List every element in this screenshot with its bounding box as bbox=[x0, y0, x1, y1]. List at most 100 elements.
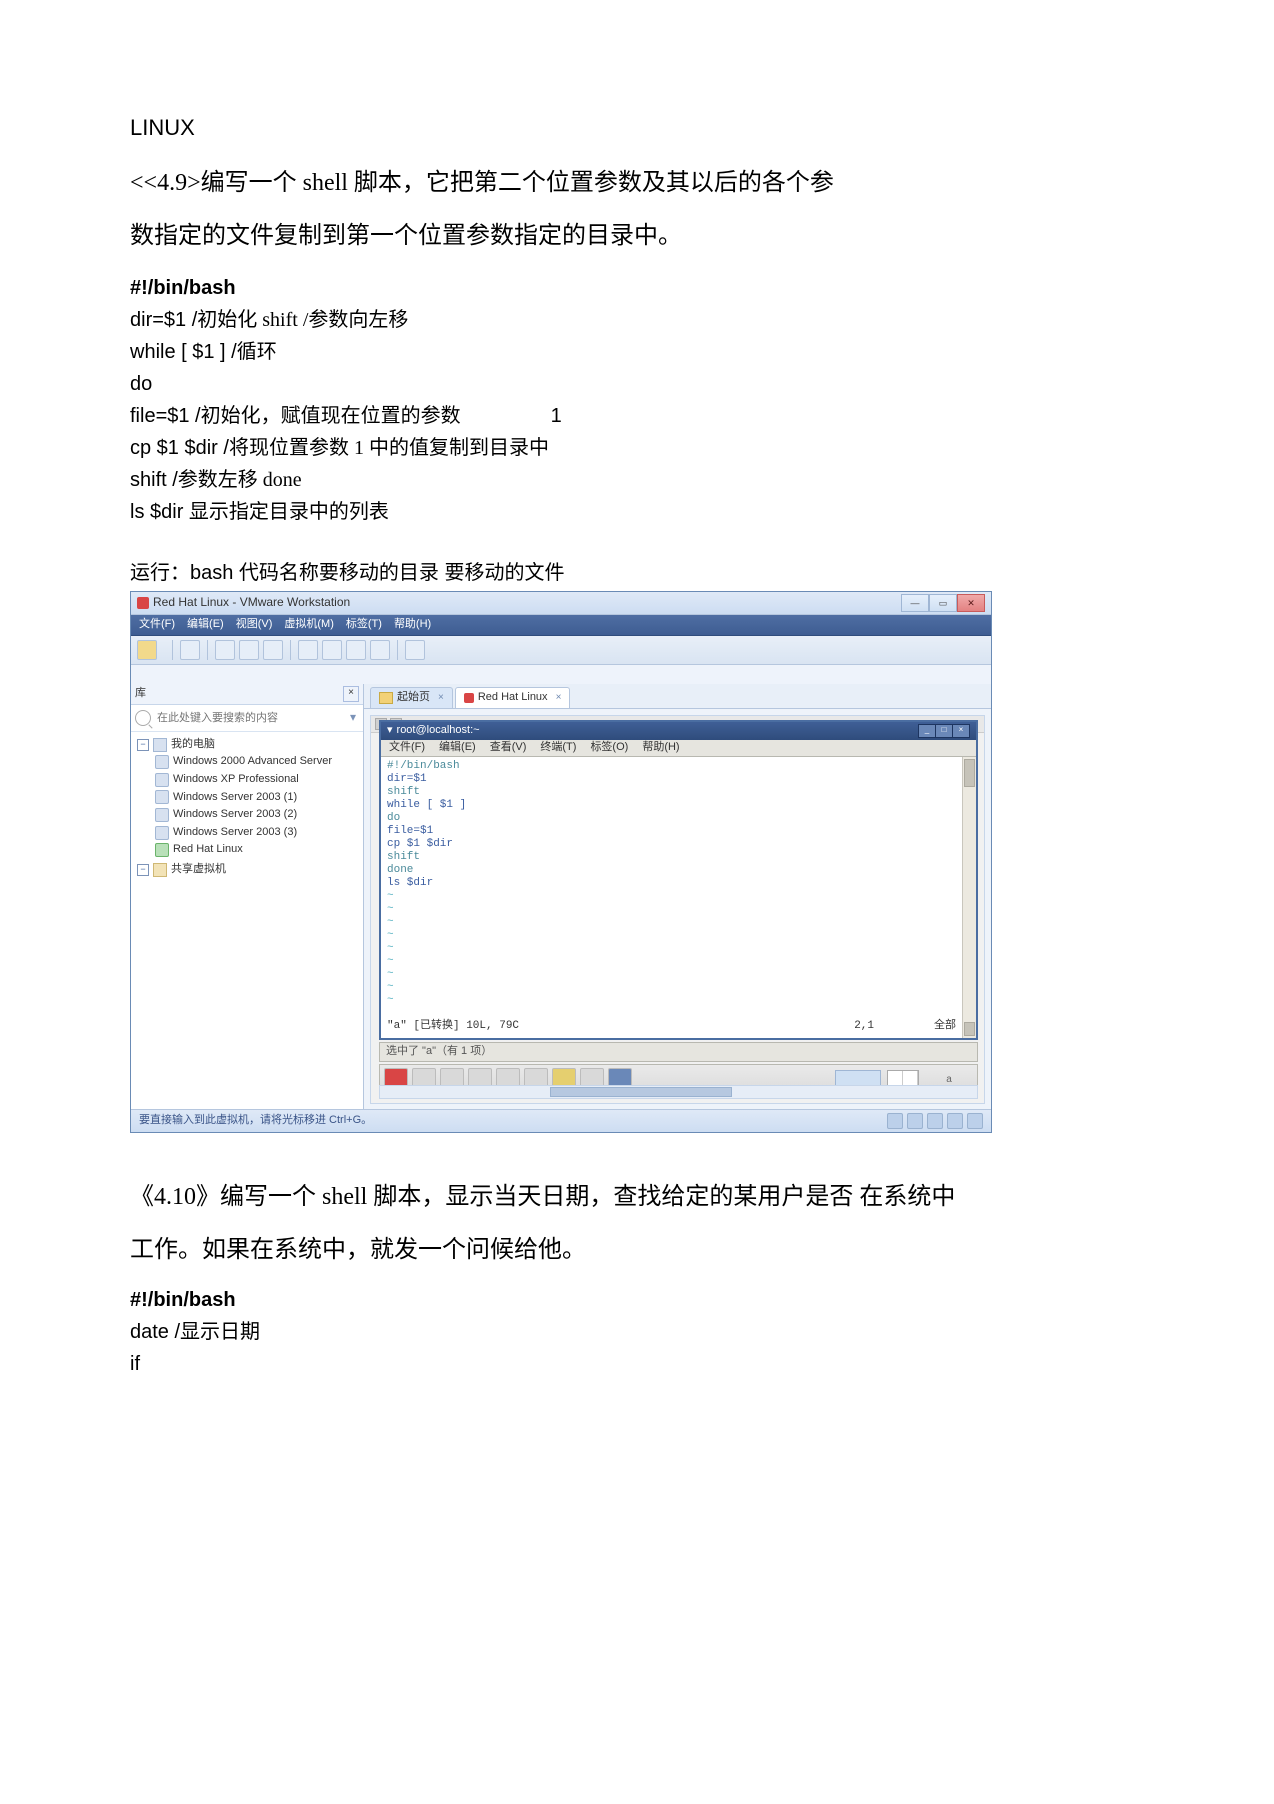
run-line: 运行：bash 代码名称要移动的目录 要移动的文件 bbox=[130, 557, 1154, 589]
tree-item-active[interactable]: Red Hat Linux bbox=[155, 841, 357, 859]
toolbar-button[interactable] bbox=[180, 640, 200, 660]
tree-shared[interactable]: − 共享虚拟机 bbox=[137, 861, 357, 879]
status-text: 要直接输入到此虚拟机，请将光标移进 Ctrl+G。 bbox=[139, 1112, 372, 1130]
menu-view[interactable]: 视图(V) bbox=[236, 616, 273, 634]
question-4-10: 《4.10》编写一个 shell 脚本，显示当天日期，查找给定的某用户是否 在系… bbox=[130, 1171, 1154, 1277]
tree-item[interactable]: Windows XP Professional bbox=[155, 771, 357, 789]
vm-running-icon bbox=[155, 843, 169, 857]
code2-l1: date /显示日期 bbox=[130, 1316, 1154, 1348]
menu-tabs[interactable]: 标签(T) bbox=[346, 616, 382, 634]
home-icon bbox=[379, 692, 393, 704]
search-icon bbox=[135, 710, 151, 726]
menu-help[interactable]: 帮助(H) bbox=[394, 616, 431, 634]
terminal-titlebar: ▾root@localhost:~ _ □ × bbox=[381, 722, 976, 740]
code1-l1: dir=$1 /初始化 shift /参数向左移 bbox=[130, 305, 1154, 335]
vm-icon bbox=[155, 773, 169, 787]
q410-line1: 《4.10》编写一个 shell 脚本，显示当天日期，查找给定的某用户是否 在系… bbox=[130, 1171, 1154, 1224]
toolbar-button[interactable] bbox=[346, 640, 366, 660]
folder-icon bbox=[153, 863, 167, 877]
close-button[interactable]: ✕ bbox=[957, 594, 985, 612]
toolbar-button[interactable] bbox=[215, 640, 235, 660]
library-pane: 库 × ▾ − 我的电脑 Windows 2000 Advanced Serve… bbox=[131, 684, 364, 1110]
shebang: #!/bin/bash bbox=[130, 273, 1154, 303]
term-menu-file[interactable]: 文件(F) bbox=[389, 739, 425, 757]
library-title: 库 bbox=[135, 685, 146, 703]
redhat-icon bbox=[464, 693, 474, 703]
terminal-maximize[interactable]: □ bbox=[935, 724, 953, 738]
terminal-close[interactable]: × bbox=[952, 724, 970, 738]
toolbar-button[interactable] bbox=[405, 640, 425, 660]
status-icon[interactable] bbox=[947, 1113, 963, 1129]
toolbar-button[interactable] bbox=[239, 640, 259, 660]
vmware-screenshot: Red Hat Linux - VMware Workstation — ▭ ✕… bbox=[130, 591, 992, 1133]
toolbar-button[interactable] bbox=[370, 640, 390, 660]
terminal-minimize[interactable]: _ bbox=[918, 724, 936, 738]
code1-l7: ls $dir 显示指定目录中的列表 bbox=[130, 497, 1154, 527]
close-icon[interactable]: × bbox=[556, 690, 562, 706]
code1-l6: shift /参数左移 done bbox=[130, 465, 1154, 495]
toolbar-button[interactable] bbox=[263, 640, 283, 660]
content-pane: 起始页 × Red Hat Linux × bbox=[364, 684, 991, 1110]
tree-item[interactable]: Windows Server 2003 (3) bbox=[155, 824, 357, 842]
tree-item[interactable]: Windows Server 2003 (1) bbox=[155, 789, 357, 807]
tab-home[interactable]: 起始页 × bbox=[370, 687, 453, 708]
library-search: ▾ bbox=[131, 705, 363, 732]
status-icon[interactable] bbox=[907, 1113, 923, 1129]
status-icons bbox=[887, 1113, 983, 1129]
computer-icon bbox=[153, 738, 167, 752]
minimize-button[interactable]: — bbox=[901, 594, 929, 612]
tabs-row: 起始页 × Red Hat Linux × bbox=[364, 684, 991, 709]
status-icon[interactable] bbox=[927, 1113, 943, 1129]
maximize-button[interactable]: ▭ bbox=[929, 594, 957, 612]
power-on-button[interactable] bbox=[137, 640, 157, 660]
viewport-scrollbar[interactable] bbox=[379, 1085, 978, 1099]
vm-icon bbox=[155, 826, 169, 840]
question-4-9: <<4.9>编写一个 shell 脚本，它把第二个位置参数及其以后的各个参 数指… bbox=[130, 157, 1154, 263]
menu-vm[interactable]: 虚拟机(M) bbox=[284, 616, 334, 634]
q410-line2: 工作。如果在系统中，就发一个问候给他。 bbox=[130, 1224, 1154, 1277]
tree-item[interactable]: Windows Server 2003 (2) bbox=[155, 806, 357, 824]
status-icon[interactable] bbox=[967, 1113, 983, 1129]
search-input[interactable] bbox=[155, 711, 347, 725]
vm-icon bbox=[155, 790, 169, 804]
term-menu-terminal[interactable]: 终端(T) bbox=[540, 739, 576, 757]
window-titlebar: Red Hat Linux - VMware Workstation — ▭ ✕ bbox=[131, 592, 991, 615]
term-menu-tabs[interactable]: 标签(O) bbox=[590, 739, 628, 757]
tree-item[interactable]: Windows 2000 Advanced Server bbox=[155, 753, 357, 771]
toolbar bbox=[131, 636, 991, 665]
library-close-icon[interactable]: × bbox=[343, 686, 359, 702]
terminal-menubar: 文件(F) 编辑(E) 查看(V) 终端(T) 标签(O) 帮助(H) bbox=[381, 740, 976, 757]
term-menu-edit[interactable]: 编辑(E) bbox=[439, 739, 476, 757]
close-icon[interactable]: × bbox=[438, 690, 444, 706]
menu-file[interactable]: 文件(F) bbox=[139, 616, 175, 634]
linux-label: LINUX bbox=[130, 110, 1154, 145]
terminal-scrollbar[interactable] bbox=[962, 757, 976, 1038]
vm-tree: − 我的电脑 Windows 2000 Advanced Server Wind… bbox=[131, 732, 363, 883]
toolbar-button[interactable] bbox=[322, 640, 342, 660]
code-block-1: #!/bin/bash dir=$1 /初始化 shift /参数向左移 whi… bbox=[130, 273, 1154, 527]
shebang: #!/bin/bash bbox=[130, 1284, 1154, 1316]
code1-l2: while [ $1 ] /循环 bbox=[130, 337, 1154, 367]
code1-l5: cp $1 $dir /将现位置参数 1 中的值复制到目录中 bbox=[130, 433, 1154, 463]
code-block-2: #!/bin/bash date /显示日期 if bbox=[130, 1284, 1154, 1380]
status-icon[interactable] bbox=[887, 1113, 903, 1129]
code2-l2: if bbox=[130, 1348, 1154, 1380]
menubar: 文件(F) 编辑(E) 视图(V) 虚拟机(M) 标签(T) 帮助(H) bbox=[131, 615, 991, 636]
tree-root[interactable]: − 我的电脑 bbox=[137, 736, 357, 754]
term-menu-help[interactable]: 帮助(H) bbox=[642, 739, 679, 757]
menu-edit[interactable]: 编辑(E) bbox=[187, 616, 224, 634]
vm-icon bbox=[155, 755, 169, 769]
vm-viewport[interactable]: ▾root@localhost:~ _ □ × 文件(F) 编辑(E) 查看(V… bbox=[370, 715, 985, 1104]
window-controls: — ▭ ✕ bbox=[901, 594, 985, 612]
q49-line1: <<4.9>编写一个 shell 脚本，它把第二个位置参数及其以后的各个参 bbox=[130, 157, 1154, 210]
tab-redhat[interactable]: Red Hat Linux × bbox=[455, 687, 571, 708]
vim-status: "a" [已转换] 10L, 79C 2,1全部 bbox=[387, 1018, 956, 1036]
vm-icon bbox=[155, 808, 169, 822]
dropdown-icon[interactable]: ▾ bbox=[347, 708, 359, 727]
library-header-strip bbox=[131, 665, 991, 686]
app-icon bbox=[137, 597, 149, 609]
toolbar-button[interactable] bbox=[298, 640, 318, 660]
terminal-window: ▾root@localhost:~ _ □ × 文件(F) 编辑(E) 查看(V… bbox=[379, 720, 978, 1040]
terminal-body[interactable]: #!/bin/bash dir=$1 shift while [ $1 ] do… bbox=[381, 757, 976, 1038]
term-menu-view[interactable]: 查看(V) bbox=[490, 739, 527, 757]
